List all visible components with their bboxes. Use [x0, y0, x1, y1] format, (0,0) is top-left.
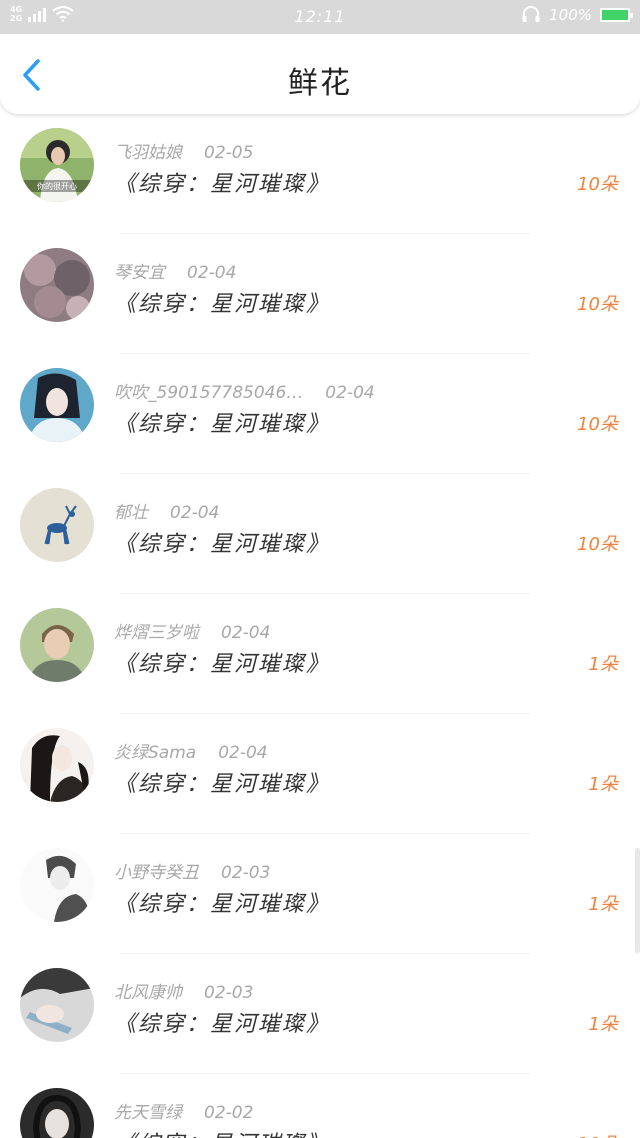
book-title: 《综穿：星河璀璨》 [114, 772, 331, 797]
flower-count: 10朵 [577, 294, 618, 315]
avatar [20, 488, 94, 562]
list-item[interactable]: 琴安宜 02-04 《综穿：星河璀璨》 10朵 [0, 234, 640, 354]
avatar: 你的很开心 [20, 128, 94, 202]
gift-date: 02-02 [204, 1103, 254, 1123]
user-name: 北风康帅 [114, 983, 182, 1003]
avatar [20, 248, 94, 322]
nav-header: 鲜花 [0, 34, 640, 114]
list-item[interactable]: 小野寺癸丑 02-03 《综穿：星河璀璨》 1朵 [0, 834, 640, 954]
gift-date: 02-05 [204, 143, 254, 163]
book-title: 《综穿：星河璀璨》 [114, 892, 331, 917]
flower-count: 10朵 [577, 414, 618, 435]
book-title: 《综穿：星河璀璨》 [114, 292, 331, 317]
list-item[interactable]: 吹吹_590157785046… 02-04 《综穿：星河璀璨》 10朵 [0, 354, 640, 474]
flower-count: 1朵 [588, 654, 618, 675]
flower-count: 1朵 [588, 774, 618, 795]
page-title: 鲜花 [288, 66, 352, 101]
user-name: 吹吹_590157785046… [114, 383, 304, 403]
avatar [20, 728, 94, 802]
book-title: 《综穿：星河璀璨》 [114, 532, 331, 557]
user-name: 飞羽姑娘 [114, 143, 182, 163]
list-item[interactable]: 烨熠三岁啦 02-04 《综穿：星河璀璨》 1朵 [0, 594, 640, 714]
list-item[interactable]: 先天雪绿 02-02 《综穿：星河璀璨》 10朵 [0, 1074, 640, 1138]
status-right: 100% [521, 6, 633, 24]
headset-icon [522, 6, 540, 22]
scrollbar[interactable] [635, 848, 640, 953]
flower-count: 10朵 [577, 534, 618, 555]
list-item[interactable]: 你的很开心 飞羽姑娘 02-05 《综穿：星河璀璨》 10朵 [0, 114, 640, 234]
gift-date: 02-04 [325, 383, 375, 403]
gift-date: 02-03 [204, 983, 254, 1003]
avatar [20, 368, 94, 442]
book-title: 《综穿：星河璀璨》 [114, 652, 331, 677]
flower-count: 10朵 [577, 1130, 618, 1138]
gift-date: 02-04 [218, 743, 268, 763]
user-name: 烨熠三岁啦 [114, 623, 199, 643]
user-name: 小野寺癸丑 [114, 863, 199, 883]
gift-date: 02-03 [221, 863, 271, 883]
avatar [20, 608, 94, 682]
flower-count: 1朵 [588, 1014, 618, 1035]
book-title: 《综穿：星河璀璨》 [114, 172, 331, 197]
book-title: 《综穿：星河璀璨》 [114, 412, 331, 437]
user-name: 琴安宜 [114, 263, 165, 283]
battery-icon [600, 8, 633, 22]
user-name: 炎绿Sama [114, 743, 197, 763]
user-name: 先天雪绿 [114, 1103, 182, 1123]
svg-text:你的很开心: 你的很开心 [37, 181, 77, 191]
status-bar: 4G 2G 12:11 100% [0, 0, 640, 34]
book-title: 《综穿：星河璀璨》 [114, 1012, 331, 1037]
flower-list: 你的很开心 飞羽姑娘 02-05 《综穿：星河璀璨》 10朵 琴安宜 02-04 《… [0, 114, 640, 1138]
gift-date: 02-04 [170, 503, 220, 523]
list-item[interactable]: 炎绿Sama 02-04 《综穿：星河璀璨》 1朵 [0, 714, 640, 834]
list-item[interactable]: 北风康帅 02-03 《综穿：星河璀璨》 1朵 [0, 954, 640, 1074]
avatar [20, 1088, 94, 1138]
battery-percent: 100% [549, 6, 592, 24]
gift-date: 02-04 [187, 263, 237, 283]
user-name: 郁壮 [114, 503, 148, 523]
avatar [20, 968, 94, 1042]
flower-count: 1朵 [588, 894, 618, 915]
flower-count: 10朵 [577, 174, 618, 195]
book-title: 《综穿：星河璀璨》 [114, 1126, 330, 1138]
avatar [20, 848, 94, 922]
gift-date: 02-04 [221, 623, 271, 643]
list-item[interactable]: 郁壮 02-04 《综穿：星河璀璨》 10朵 [0, 474, 640, 594]
